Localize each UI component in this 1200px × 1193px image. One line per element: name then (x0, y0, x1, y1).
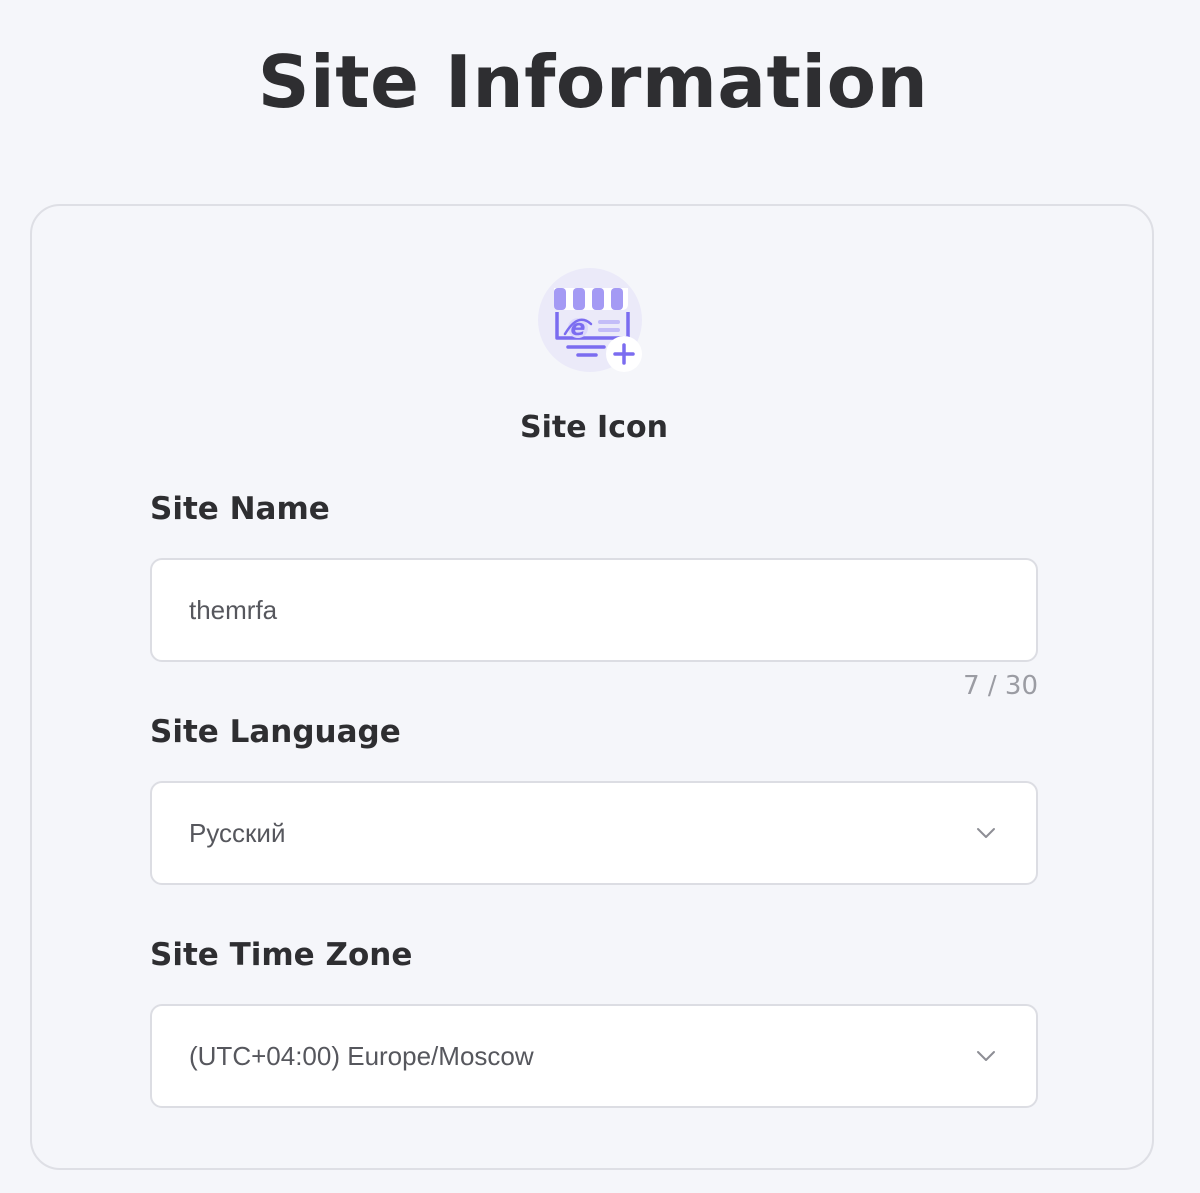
site-icon-label: Site Icon (520, 410, 668, 445)
chevron-down-icon (974, 821, 998, 845)
site-icon-upload[interactable]: e (538, 268, 650, 380)
chevron-down-icon (974, 1044, 998, 1068)
site-name-label: Site Name (150, 491, 330, 527)
site-time-zone-selected-value: (UTC+04:00) Europe/Moscow (189, 1041, 534, 1071)
site-info-card: e Site Icon Site Name themrfa 7 / 30 Sit… (30, 204, 1154, 1170)
storefront-add-icon: e (538, 268, 642, 372)
site-time-zone-select[interactable]: (UTC+04:00) Europe/Moscow (150, 1004, 1038, 1108)
site-name-value: themrfa (189, 595, 278, 625)
site-name-input[interactable]: themrfa (150, 558, 1038, 662)
site-language-label: Site Language (150, 714, 401, 750)
site-time-zone-label: Site Time Zone (150, 937, 413, 973)
site-language-selected-value: Русский (189, 818, 286, 848)
site-name-char-counter: 7 / 30 (963, 671, 1038, 701)
page-title: Site Information (257, 40, 929, 124)
site-language-select[interactable]: Русский (150, 781, 1038, 885)
